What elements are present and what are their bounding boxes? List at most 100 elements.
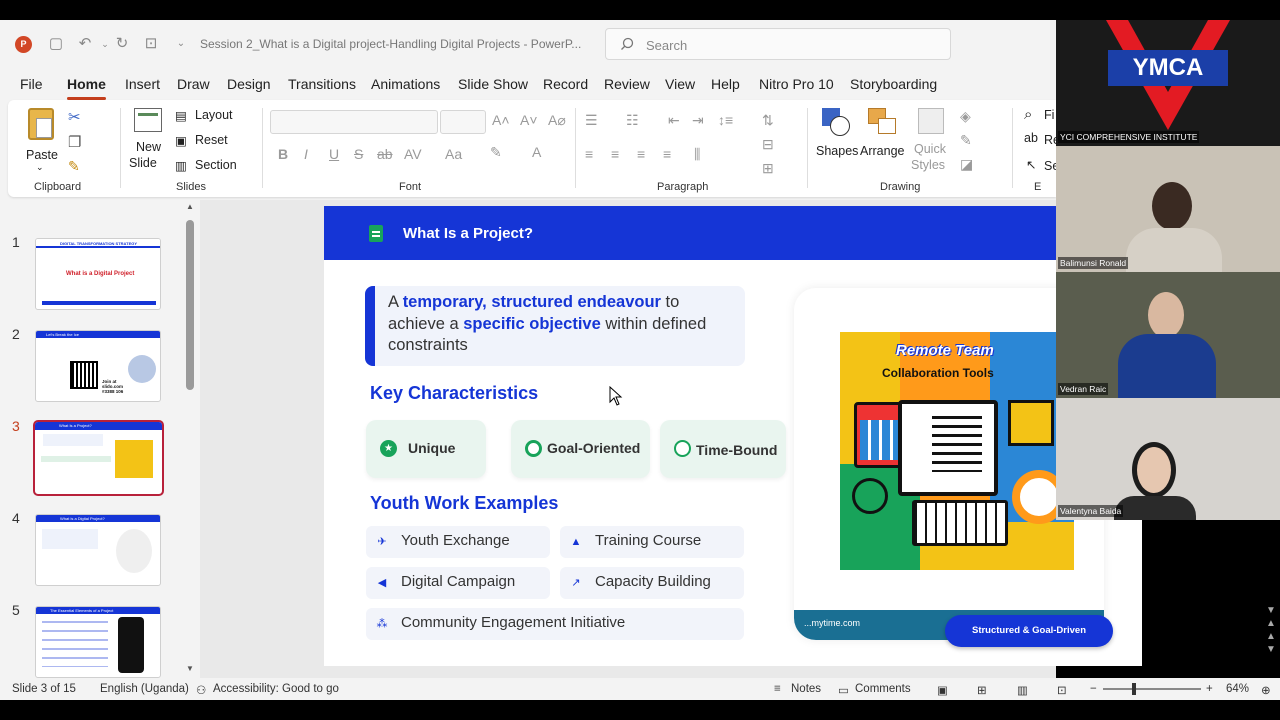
line-spacing-icon[interactable]: ↕≡ bbox=[718, 112, 733, 128]
menu-nitro-pro[interactable]: Nitro Pro 10 bbox=[759, 76, 834, 92]
slide-thumbnail-1[interactable]: DIGITAL TRANSFORMATION STRATEGY What is … bbox=[35, 238, 161, 310]
video-scroll-controls[interactable]: ▼ ▲ ▲ ▼ bbox=[1264, 604, 1278, 658]
slideshow-view-icon[interactable]: ⊡ bbox=[1057, 683, 1067, 697]
align-left-icon[interactable]: ≡ bbox=[585, 146, 593, 162]
slide-thumbnail-5[interactable]: The Essential Elements of a Project bbox=[35, 606, 161, 678]
customize-toolbar-icon[interactable]: ⌄ bbox=[172, 35, 190, 53]
menu-design[interactable]: Design bbox=[227, 76, 271, 92]
justify-icon[interactable]: ≡ bbox=[663, 146, 671, 162]
menu-draw[interactable]: Draw bbox=[177, 76, 210, 92]
scroll-down-icon[interactable]: ▼ bbox=[186, 664, 194, 673]
slide-thumbnail-4[interactable]: What is a Digital Project? bbox=[35, 514, 161, 586]
menu-file[interactable]: File bbox=[20, 76, 43, 92]
increase-font-size-icon[interactable]: A˄ bbox=[492, 112, 510, 128]
decrease-indent-icon[interactable]: ⇤ bbox=[668, 112, 680, 129]
clear-formatting-icon[interactable]: A⌀ bbox=[548, 112, 566, 129]
menu-insert[interactable]: Insert bbox=[125, 76, 160, 92]
character-spacing-button[interactable]: AV bbox=[404, 146, 422, 162]
italic-button[interactable]: I bbox=[304, 146, 308, 162]
text-shadow-button[interactable]: ab bbox=[377, 146, 393, 162]
scroll-up-icon[interactable]: ▲ bbox=[186, 202, 194, 211]
align-center-icon[interactable]: ≡ bbox=[611, 146, 619, 162]
slide-thumbnail-2[interactable]: Let's Break the Ice Join at slido.com #3… bbox=[35, 330, 161, 402]
decrease-font-size-icon[interactable]: A˅ bbox=[520, 112, 538, 128]
zoom-slider[interactable] bbox=[1103, 683, 1201, 695]
language-indicator[interactable]: English (Uganda) bbox=[100, 683, 189, 695]
participant-body bbox=[1114, 496, 1196, 520]
search-input[interactable]: Search bbox=[605, 28, 951, 60]
bold-button[interactable]: B bbox=[278, 146, 288, 162]
select-icon[interactable]: ↖ bbox=[1026, 157, 1036, 172]
underline-button[interactable]: U bbox=[329, 146, 339, 162]
reset-button[interactable]: ▣ Reset bbox=[175, 133, 245, 151]
participant-tile-valentyna[interactable]: Valentyna Baida bbox=[1056, 398, 1280, 520]
section-button[interactable]: ▥ Section bbox=[175, 158, 255, 176]
bullets-icon[interactable]: ☰ bbox=[585, 112, 598, 129]
highlight-color-icon[interactable]: ✎ bbox=[490, 144, 502, 161]
thumbnail-scrollbar[interactable] bbox=[186, 220, 194, 390]
font-group-label: Font bbox=[399, 181, 422, 193]
redo-icon[interactable]: ↻ bbox=[113, 35, 131, 53]
align-right-icon[interactable]: ≡ bbox=[637, 146, 645, 162]
accessibility-status[interactable]: Accessibility: Good to go bbox=[213, 683, 339, 695]
shapes-button[interactable]: Shapes bbox=[814, 104, 858, 174]
arrange-button[interactable]: Arrange bbox=[860, 104, 906, 174]
strikethrough-button[interactable]: S bbox=[354, 146, 363, 162]
participant-tile-yci[interactable]: YMCA YCI COMPREHENSIVE INSTITUTE bbox=[1056, 20, 1280, 146]
paste-button[interactable]: Paste ⌄ bbox=[20, 106, 64, 174]
cut-icon[interactable]: ✂ bbox=[68, 108, 81, 126]
slide-sorter-icon[interactable]: ⊞ bbox=[977, 683, 987, 697]
numbering-icon[interactable]: ☷ bbox=[626, 112, 639, 129]
definition-highlight: specific objective bbox=[463, 314, 601, 333]
change-case-button[interactable]: Aa bbox=[445, 146, 462, 162]
present-icon[interactable]: ⊡ bbox=[142, 35, 160, 53]
menu-record[interactable]: Record bbox=[543, 76, 588, 92]
text-direction-icon[interactable]: ⇅ bbox=[762, 112, 774, 129]
reading-view-icon[interactable]: ▥ bbox=[1017, 683, 1028, 697]
increase-indent-icon[interactable]: ⇥ bbox=[692, 112, 704, 129]
font-family-select[interactable] bbox=[270, 110, 438, 134]
participant-tile-vedran[interactable]: Vedran Raic bbox=[1056, 272, 1280, 398]
smartart-icon[interactable]: ⊞ bbox=[762, 160, 774, 177]
zoom-out-icon[interactable]: − bbox=[1090, 683, 1097, 695]
comments-button[interactable]: Comments bbox=[855, 683, 911, 695]
reset-icon: ▣ bbox=[175, 134, 187, 148]
participant-tile-balimunsi[interactable]: Balimunsi Ronald bbox=[1056, 146, 1280, 272]
menu-animations[interactable]: Animations bbox=[371, 76, 440, 92]
normal-view-icon[interactable]: ▣ bbox=[937, 683, 948, 697]
menu-help[interactable]: Help bbox=[711, 76, 740, 92]
menu-slide-show[interactable]: Slide Show bbox=[458, 76, 528, 92]
shape-outline-icon[interactable]: ✎ bbox=[960, 132, 972, 149]
font-size-select[interactable] bbox=[440, 110, 486, 134]
find-icon[interactable]: ⌕ bbox=[1024, 106, 1032, 123]
align-text-icon[interactable]: ⊟ bbox=[762, 136, 774, 153]
layout-button[interactable]: ▤ Layout bbox=[175, 108, 251, 126]
slide-canvas[interactable]: What Is a Project? A temporary, structur… bbox=[324, 206, 1142, 666]
menu-view[interactable]: View bbox=[665, 76, 695, 92]
columns-icon[interactable]: ⫼ bbox=[694, 146, 700, 163]
select-label[interactable]: Se bbox=[1044, 159, 1056, 173]
shape-effects-icon[interactable]: ◪ bbox=[960, 156, 973, 173]
menu-storyboarding[interactable]: Storyboarding bbox=[850, 76, 937, 92]
menu-home[interactable]: Home bbox=[67, 76, 106, 100]
save-icon[interactable]: ▢ bbox=[47, 35, 65, 53]
notes-button[interactable]: Notes bbox=[791, 683, 821, 695]
format-painter-icon[interactable]: ✎ bbox=[68, 158, 80, 175]
replace-icon[interactable]: ab bbox=[1024, 131, 1038, 145]
undo-icon[interactable]: ↶ bbox=[76, 35, 94, 53]
fit-slide-icon[interactable]: ⊕ bbox=[1261, 683, 1271, 697]
find-label[interactable]: Fi bbox=[1044, 108, 1054, 122]
zoom-slider-thumb[interactable] bbox=[1132, 683, 1136, 695]
quick-styles-button[interactable]: Quick Styles bbox=[910, 104, 954, 174]
copy-icon[interactable]: ❐ bbox=[68, 133, 81, 151]
slide-thumbnail-3[interactable]: What Is a Project? bbox=[33, 420, 164, 496]
shape-fill-icon[interactable]: ◈ bbox=[960, 108, 971, 125]
new-slide-button[interactable]: New Slide bbox=[128, 106, 170, 176]
replace-label[interactable]: Re bbox=[1044, 133, 1056, 147]
zoom-in-icon[interactable]: + bbox=[1206, 683, 1213, 695]
zoom-level[interactable]: 64% bbox=[1226, 683, 1249, 695]
font-color-icon[interactable]: A bbox=[532, 144, 541, 160]
undo-dropdown-icon[interactable]: ⌄ bbox=[96, 35, 114, 53]
menu-review[interactable]: Review bbox=[604, 76, 650, 92]
menu-transitions[interactable]: Transitions bbox=[288, 76, 356, 92]
